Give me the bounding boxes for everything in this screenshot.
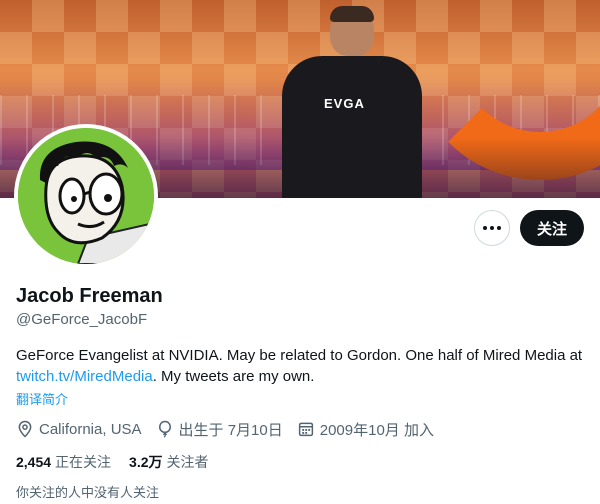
profile-bio: GeForce Evangelist at NVIDIA. May be rel… [16,345,590,387]
following-stat[interactable]: 2,454 正在关注 [16,452,111,472]
birthday-item: 出生于 7月10日 [156,419,283,440]
person-shirt [282,56,422,198]
cartoon-face-icon [18,128,154,264]
followers-label: 关注者 [166,454,209,470]
bio-suffix: . My tweets are my own. [152,368,315,385]
follow-button[interactable]: 关注 [520,210,584,246]
more-icon [483,226,487,230]
banner-person: EVGA [282,6,422,198]
known-followers: 你关注的人中没有人关注 [16,485,160,500]
follow-stats: 2,454 正在关注 3.2万 关注者 [16,452,227,472]
shirt-logo: EVGA [324,96,365,111]
person-hair [330,6,374,22]
following-count: 2,454 [16,454,52,470]
bio-text: GeForce Evangelist at NVIDIA. May be rel… [16,347,583,364]
avatar-image [18,128,154,264]
birthday-text: 出生于 7月10日 [178,421,283,439]
more-button[interactable] [474,210,510,246]
followers-stat[interactable]: 3.2万 关注者 [129,452,208,472]
profile-meta: California, USA 出生于 7月10日 2009年10月 加入 [16,418,448,440]
bio-link[interactable]: twitch.tv/MiredMedia [16,368,153,385]
followers-count: 3.2万 [129,454,163,470]
calendar-icon [298,422,313,437]
location-text: California, USA [39,420,142,438]
joined-text: 2009年10月 加入 [319,421,434,439]
avatar[interactable] [14,124,158,268]
joined-item: 2009年10月 加入 [297,419,434,440]
display-name: Jacob Freeman [16,285,163,307]
location-icon [18,420,32,438]
translate-bio-link[interactable]: 翻译简介 [16,389,68,408]
balloon-icon [158,420,171,438]
more-icon-dot [490,226,494,230]
location-item: California, USA [16,420,142,438]
more-icon-dot [497,226,501,230]
following-label: 正在关注 [55,454,112,470]
user-handle: @GeForce_JacobF [16,311,148,328]
